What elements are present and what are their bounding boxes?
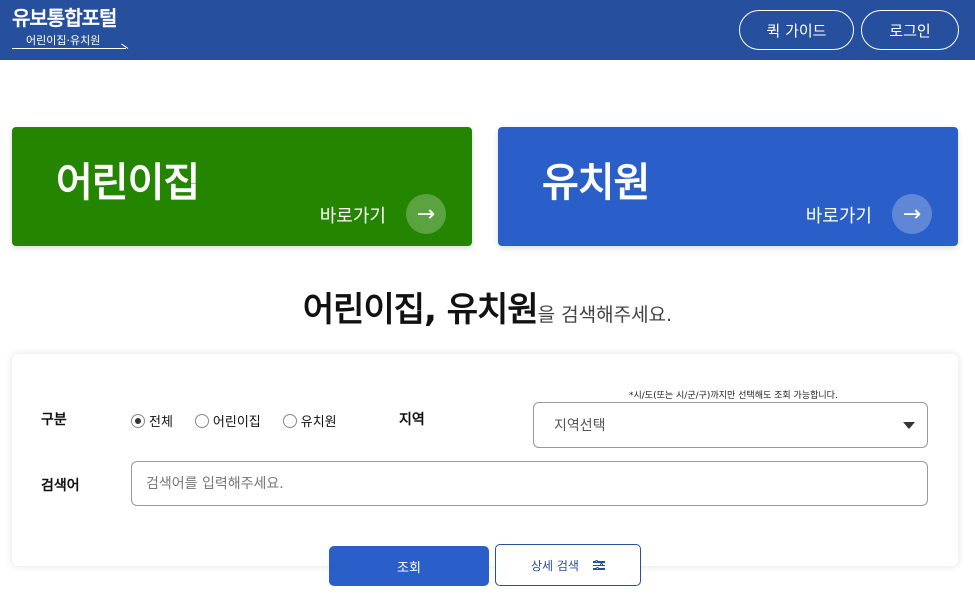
radio-daycare-label: 어린이집 — [212, 415, 261, 430]
logo-subtitle-text: 어린이집·유치원 — [26, 34, 101, 47]
keyword-label: 검색어 — [41, 478, 80, 494]
region-note: *시/도(또는 시/군/구)까지만 선택해도 조회 가능합니다. — [629, 391, 838, 401]
filter-sliders-icon — [592, 559, 605, 570]
arrow-right-icon[interactable]: → — [406, 194, 446, 234]
detail-search-button[interactable]: 상세 검색 — [495, 544, 641, 586]
daycare-card[interactable]: 어린이집 바로가기 → — [12, 127, 472, 246]
kindergarten-card-title: 유치원 — [542, 160, 650, 206]
radio-all-label: 전체 — [149, 415, 173, 430]
radio-unchecked-icon[interactable] — [282, 413, 297, 428]
headline-light: 을 검색해주세요. — [537, 304, 673, 326]
region-select-value: 지역선택 — [554, 418, 606, 434]
headline-strong: 어린이집, 유치원 — [302, 290, 539, 330]
quick-guide-button[interactable]: 퀵 가이드 — [739, 10, 854, 50]
logo-subtitle: 어린이집·유치원 — [12, 34, 129, 49]
radio-checked-icon[interactable] — [131, 413, 145, 428]
logo-title: 유보통합포털 — [12, 6, 117, 30]
caret-down-icon — [903, 422, 915, 429]
radio-daycare[interactable]: 어린이집 — [194, 411, 261, 430]
search-submit-button[interactable]: 조회 — [329, 546, 489, 586]
kindergarten-card[interactable]: 유치원 바로가기 → — [498, 127, 958, 246]
radio-all[interactable]: 전체 — [131, 411, 173, 430]
login-button[interactable]: 로그인 — [861, 10, 959, 50]
kindergarten-card-link[interactable]: 바로가기 — [806, 202, 872, 228]
type-label: 구분 — [41, 412, 67, 428]
region-select[interactable]: 지역선택 — [533, 402, 928, 448]
top-header: 유보통합포털 어린이집·유치원 퀵 가이드 로그인 — [0, 0, 975, 60]
radio-kindergarten-label: 유치원 — [300, 415, 337, 430]
daycare-card-title: 어린이집 — [56, 160, 200, 206]
radio-unchecked-icon[interactable] — [194, 413, 209, 428]
logo[interactable]: 유보통합포털 어린이집·유치원 — [12, 6, 129, 49]
daycare-card-link[interactable]: 바로가기 — [320, 202, 386, 228]
search-headline: 어린이집, 유치원을 검색해주세요. — [0, 282, 975, 331]
type-radio-group: 전체 어린이집 유치원 — [131, 411, 349, 430]
logo-arrow-icon — [121, 43, 129, 49]
radio-kindergarten[interactable]: 유치원 — [282, 411, 337, 430]
region-label: 지역 — [399, 412, 425, 428]
search-panel: 구분 전체 어린이집 유치원 지역 *시/도(또는 시/군/구)까지만 선택해도… — [12, 354, 958, 566]
arrow-right-icon[interactable]: → — [892, 194, 932, 234]
detail-search-label: 상세 검색 — [531, 558, 579, 573]
keyword-input[interactable] — [131, 461, 928, 506]
